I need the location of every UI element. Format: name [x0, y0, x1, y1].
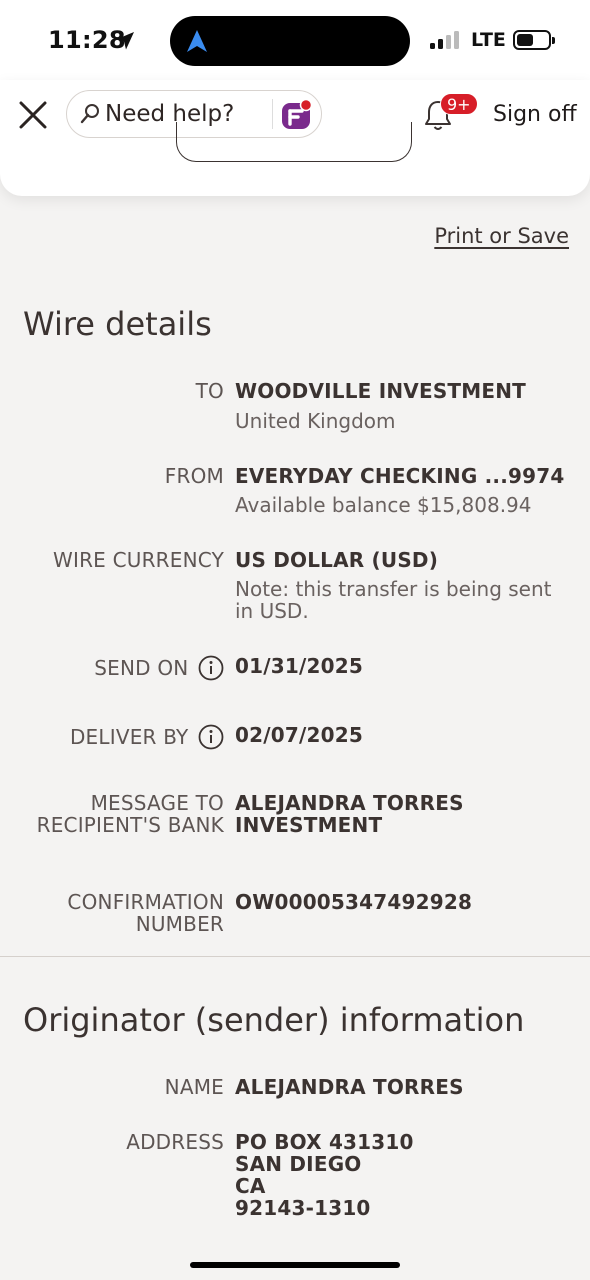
sign-off-link[interactable]: Sign off: [493, 102, 577, 127]
currency-label: WIRE CURRENCY: [53, 548, 224, 572]
send-on-label: SEND ON: [94, 656, 189, 680]
signal-strength-icon: [430, 31, 462, 49]
notification-badge: 9+: [440, 93, 478, 115]
address-line: 92143-1310: [235, 1196, 371, 1220]
address-label: ADDRESS: [126, 1130, 224, 1154]
app-header: Need help? 9+ Sign off: [0, 80, 590, 196]
wire-details-heading: Wire details: [23, 305, 212, 343]
dynamic-island: [170, 16, 410, 66]
print-or-save-link[interactable]: Print or Save: [434, 224, 569, 248]
from-label: FROM: [164, 464, 224, 488]
address-value: PO BOX 431310 SAN DIEGO CA 92143-1310: [235, 1131, 575, 1219]
close-icon[interactable]: [16, 98, 50, 132]
home-indicator: [190, 1262, 400, 1268]
send-on-value: 01/31/2025: [235, 654, 363, 678]
to-label: TO: [195, 379, 224, 403]
location-arrow-icon: [116, 32, 134, 50]
to-country: United Kingdom: [235, 409, 396, 433]
address-line: PO BOX 431310: [235, 1130, 414, 1154]
navigation-app-icon: [187, 30, 207, 52]
address-line: CA: [235, 1174, 266, 1198]
to-value: WOODVILLE INVESTMENT: [235, 379, 527, 403]
originator-heading: Originator (sender) information: [23, 1001, 525, 1039]
confirmation-label: CONFIRMATION NUMBER: [67, 890, 224, 936]
name-value: ALEJANDRA TORRES: [235, 1075, 464, 1099]
available-balance: Available balance $15,808.94: [235, 493, 532, 517]
from-value: EVERYDAY CHECKING ...9974: [235, 464, 565, 488]
address-line: SAN DIEGO: [235, 1152, 362, 1176]
deliver-by-value: 02/07/2025: [235, 723, 363, 747]
currency-value: US DOLLAR (USD): [235, 548, 439, 572]
network-type: LTE: [471, 29, 506, 51]
search-icon: [80, 104, 99, 124]
section-divider: [0, 956, 590, 957]
partial-hidden-button[interactable]: [176, 122, 412, 162]
name-label: NAME: [164, 1075, 224, 1099]
deliver-by-label-wrap: DELIVER BY: [4, 724, 224, 750]
message-label: MESSAGE TO RECIPIENT'S BANK: [36, 791, 224, 837]
status-bar: 11:28 LTE: [0, 0, 590, 80]
currency-note: Note: this transfer is being sent in USD…: [235, 577, 552, 623]
message-value: ALEJANDRA TORRES INVESTMENT: [235, 791, 464, 837]
deliver-by-label: DELIVER BY: [69, 725, 189, 749]
confirmation-value: OW00005347492928: [235, 890, 473, 914]
battery-icon: [513, 30, 555, 50]
send-on-label-wrap: SEND ON: [4, 655, 224, 681]
info-icon[interactable]: [198, 724, 224, 750]
info-icon[interactable]: [198, 655, 224, 681]
